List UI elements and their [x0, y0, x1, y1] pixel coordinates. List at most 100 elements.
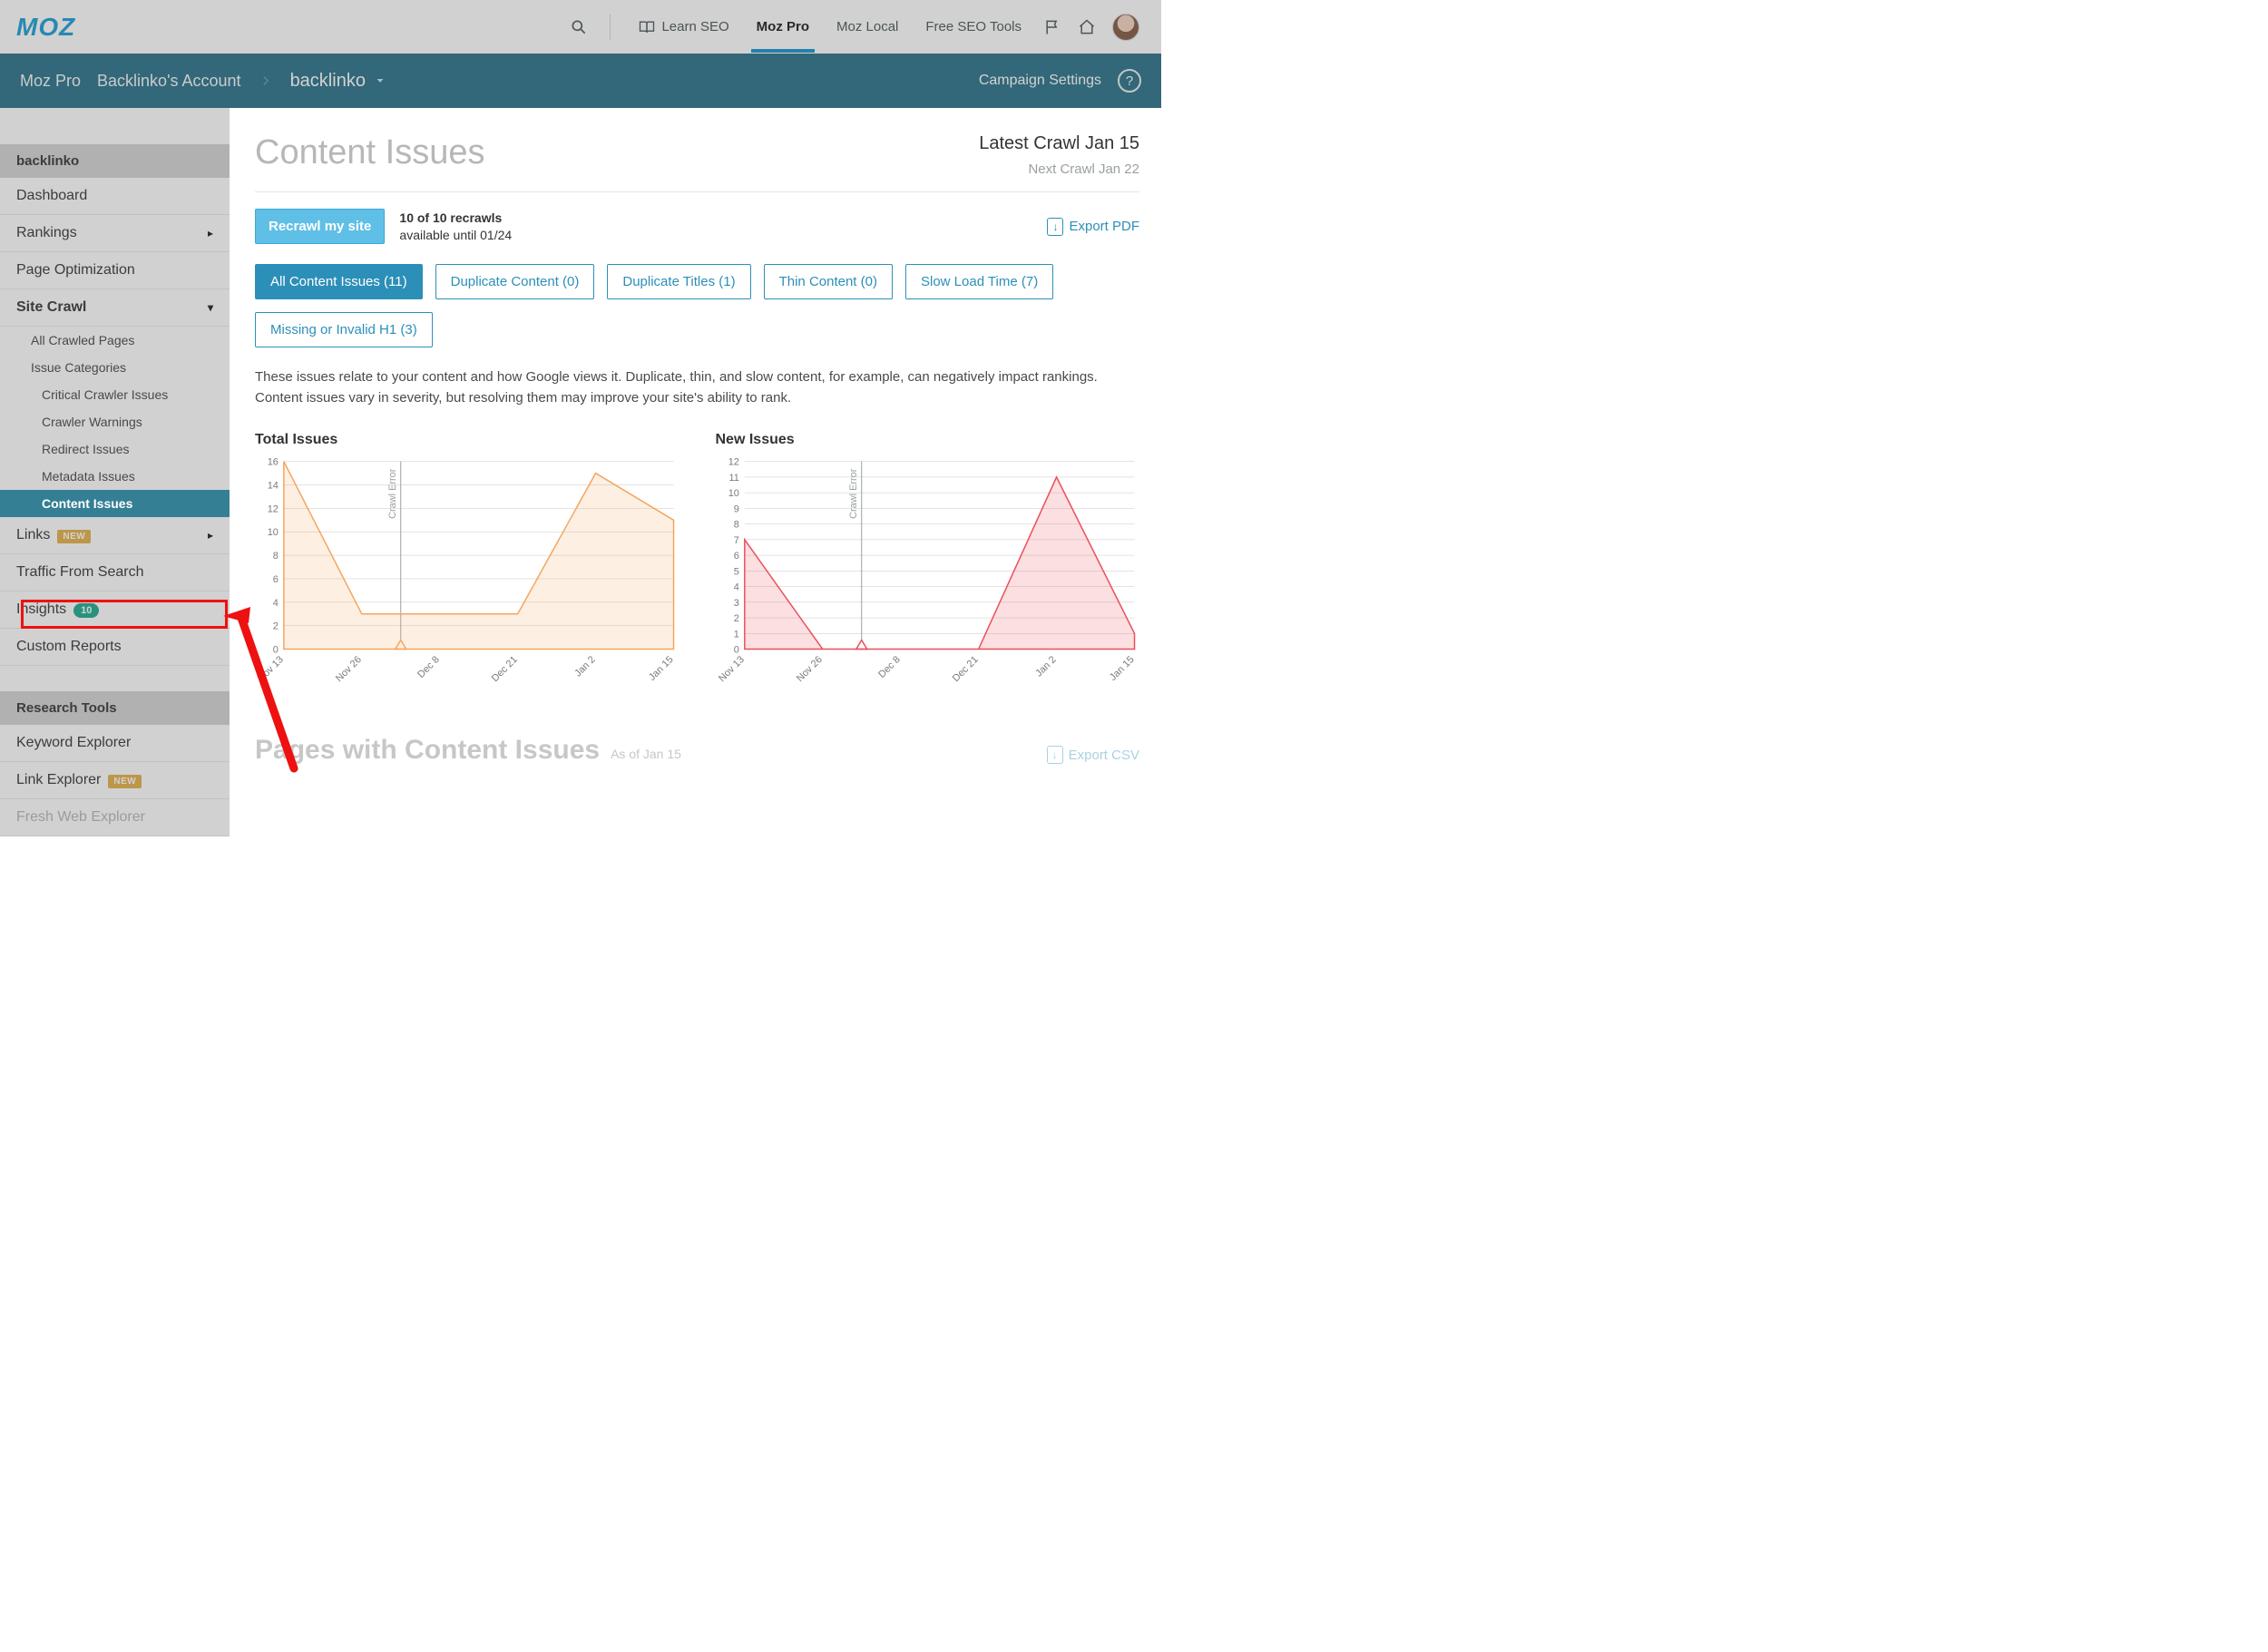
sidebar-item-rankings[interactable]: Rankings▸: [0, 215, 230, 252]
svg-text:6: 6: [273, 574, 279, 585]
filter-pill-0[interactable]: All Content Issues (11): [255, 264, 423, 299]
svg-text:8: 8: [733, 520, 738, 531]
svg-text:Nov 26: Nov 26: [334, 654, 364, 684]
new-badge: NEW: [108, 775, 142, 788]
svg-text:2: 2: [273, 621, 279, 632]
sidebar-research-fresh-web[interactable]: Fresh Web Explorer: [0, 799, 230, 836]
breadcrumb-product[interactable]: Moz Pro: [20, 72, 81, 91]
svg-text:Crawl Error: Crawl Error: [387, 468, 398, 519]
insights-count-badge: 10: [73, 603, 99, 618]
svg-text:10: 10: [728, 488, 738, 499]
svg-text:3: 3: [733, 598, 738, 609]
svg-text:14: 14: [268, 481, 279, 492]
breadcrumb-account[interactable]: Backlinko's Account: [97, 72, 241, 91]
page-title: Content Issues: [255, 133, 484, 172]
sidebar-item-custom-reports[interactable]: Custom Reports: [0, 629, 230, 666]
campaign-settings-link[interactable]: Campaign Settings: [979, 73, 1101, 89]
svg-text:Nov 13: Nov 13: [716, 654, 746, 684]
brand-logo[interactable]: MOZ: [16, 13, 75, 42]
svg-text:Crawl Error: Crawl Error: [847, 468, 858, 519]
sidebar-sub-all-crawled[interactable]: All Crawled Pages: [0, 327, 230, 354]
recrawl-info: 10 of 10 recrawls available until 01/24: [399, 210, 512, 244]
sidebar-item-insights[interactable]: Insights10: [0, 591, 230, 629]
svg-text:5: 5: [733, 566, 738, 577]
avatar[interactable]: [1112, 14, 1139, 41]
export-csv-link[interactable]: ↓ Export CSV: [1047, 746, 1139, 764]
svg-text:6: 6: [733, 551, 738, 562]
nav-moz-local[interactable]: Moz Local: [831, 3, 904, 51]
chart-title-total: Total Issues: [255, 432, 679, 448]
svg-text:9: 9: [733, 503, 738, 514]
svg-text:Dec 21: Dec 21: [490, 654, 520, 684]
svg-text:2: 2: [733, 613, 738, 624]
svg-text:Nov 13: Nov 13: [256, 654, 286, 684]
caret-right-icon: ▸: [208, 227, 213, 239]
sidebar-item-traffic[interactable]: Traffic From Search: [0, 554, 230, 591]
section2-title: Pages with Content Issues: [255, 735, 600, 766]
sidebar-item-site-crawl[interactable]: Site Crawl▾: [0, 289, 230, 327]
svg-text:12: 12: [268, 503, 279, 514]
sidebar-sub2-content-issues[interactable]: Content Issues: [0, 490, 230, 517]
svg-text:Jan 15: Jan 15: [647, 654, 676, 683]
export-pdf-link[interactable]: ↓ Export PDF: [1047, 218, 1139, 236]
sidebar-research-keyword[interactable]: Keyword Explorer: [0, 725, 230, 762]
sidebar-sub2-critical[interactable]: Critical Crawler Issues: [0, 381, 230, 408]
filter-pills: All Content Issues (11) Duplicate Content…: [255, 264, 1139, 347]
description-text: These issues relate to your content and …: [255, 367, 1139, 408]
nav-learn-label: Learn SEO: [661, 19, 728, 34]
caret-down-icon: ▾: [208, 301, 213, 314]
sidebar-sub2-metadata[interactable]: Metadata Issues: [0, 463, 230, 490]
sidebar-sub2-redirect[interactable]: Redirect Issues: [0, 435, 230, 463]
filter-pill-3[interactable]: Thin Content (0): [764, 264, 893, 299]
sidebar-item-links[interactable]: LinksNEW▸: [0, 517, 230, 554]
sidebar-item-page-optimization[interactable]: Page Optimization: [0, 252, 230, 289]
next-crawl: Next Crawl Jan 22: [979, 161, 1139, 177]
filter-pill-4[interactable]: Slow Load Time (7): [905, 264, 1053, 299]
home-icon[interactable]: [1078, 18, 1096, 36]
sidebar-research-title: Research Tools: [0, 691, 230, 725]
section2-subtitle: As of Jan 15: [611, 747, 681, 761]
topbar: MOZ Learn SEO Moz Pro Moz Local Free SEO…: [0, 0, 1161, 54]
download-icon: ↓: [1047, 218, 1063, 236]
nav-moz-pro[interactable]: Moz Pro: [751, 3, 815, 51]
sidebar-site-title: backlinko: [0, 144, 230, 178]
filter-pill-5[interactable]: Missing or Invalid H1 (3): [255, 312, 433, 347]
svg-text:Dec 21: Dec 21: [950, 654, 980, 684]
svg-text:Dec 8: Dec 8: [876, 654, 903, 680]
caret-down-icon: [375, 75, 386, 86]
svg-text:8: 8: [273, 551, 279, 562]
topnav: Learn SEO Moz Pro Moz Local Free SEO Too…: [570, 2, 1139, 53]
svg-text:Jan 2: Jan 2: [1033, 654, 1058, 679]
svg-text:7: 7: [733, 535, 738, 546]
sidebar-sub-issue-categories[interactable]: Issue Categories: [0, 354, 230, 381]
svg-text:10: 10: [268, 527, 279, 538]
svg-text:4: 4: [733, 582, 738, 593]
chart-new-issues: 0123456789101112Crawl ErrorNov 13Nov 26D…: [716, 455, 1140, 691]
filter-pill-1[interactable]: Duplicate Content (0): [435, 264, 595, 299]
chevron-right-icon: [258, 73, 274, 89]
divider: [610, 15, 611, 40]
caret-right-icon: ▸: [208, 529, 213, 542]
sidebar-research-link-explorer[interactable]: Link ExplorerNEW: [0, 762, 230, 799]
divider: [255, 191, 1139, 192]
nav-free-seo-tools[interactable]: Free SEO Tools: [920, 3, 1027, 51]
filter-pill-2[interactable]: Duplicate Titles (1): [607, 264, 750, 299]
flag-icon[interactable]: [1043, 18, 1061, 36]
help-icon[interactable]: ?: [1118, 69, 1141, 93]
search-icon[interactable]: [570, 18, 588, 36]
sidebar-sub2-warnings[interactable]: Crawler Warnings: [0, 408, 230, 435]
new-badge: NEW: [57, 530, 91, 543]
svg-text:Jan 15: Jan 15: [1107, 654, 1136, 683]
latest-crawl: Latest Crawl Jan 15: [979, 133, 1139, 154]
svg-text:12: 12: [728, 457, 738, 468]
campaign-selector[interactable]: backlinko: [290, 71, 386, 92]
svg-text:11: 11: [728, 473, 738, 484]
recrawl-button[interactable]: Recrawl my site: [255, 209, 385, 244]
campaign-name: backlinko: [290, 71, 366, 92]
nav-learn-seo[interactable]: Learn SEO: [632, 2, 734, 53]
sidebar-item-dashboard[interactable]: Dashboard: [0, 178, 230, 215]
main-content: Content Issues Latest Crawl Jan 15 Next …: [230, 108, 1161, 802]
download-icon: ↓: [1047, 746, 1063, 764]
svg-text:Nov 26: Nov 26: [794, 654, 824, 684]
svg-text:Dec 8: Dec 8: [415, 654, 442, 680]
